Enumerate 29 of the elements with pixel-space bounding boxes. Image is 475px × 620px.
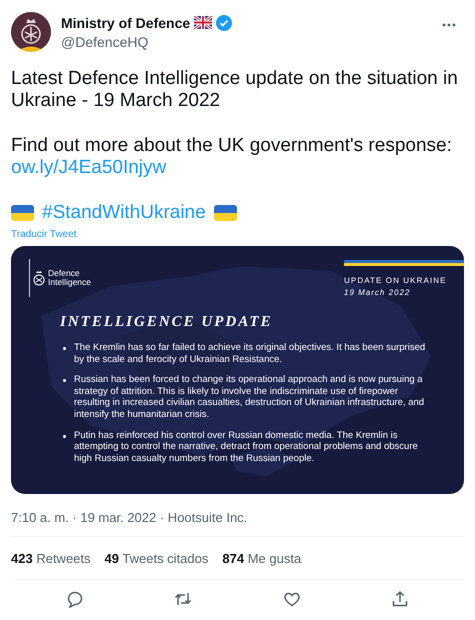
stat-link[interactable]: 49 Tweets citados [104,551,208,566]
brand-text: Defence Intelligence [48,269,92,287]
infographic-card[interactable] [11,246,464,494]
share-icon [390,590,409,608]
crest-icon [33,270,45,286]
reply-icon [66,590,84,608]
bullet-text: The Kremlin has so far failed to achieve its original objectives. It has been surprised by the scale and ferocity of Ukrainian Resistance. [74,342,426,366]
infographic-heading: INTELLIGENCE UPDATE [60,314,274,331]
avatar-icon[interactable] [11,12,51,52]
tweet-text: Find out more about the UK government's response: [11,135,453,157]
heart-icon [282,590,301,608]
bullet-icon [63,379,66,382]
update-date: 19 March 2022 [344,288,412,297]
flag-icon [214,205,237,221]
flag-icon [11,205,34,221]
bullet-text: Putin has reinforced his control over Russian domestic media. The Kremlin is attempting to control the narrative, detract from operational problems and obscure high Russian casualty numbers from the Russian people. [74,430,419,464]
bullet-text: Russian has been forced to change its operational approach and is now pursuing a strategy of attrition. This is likely to involve the indiscriminate use of firepower resulting in increased civilian casualties, destruction of Ukrainian infrastructure, and intensify the humanitarian crisis. [74,374,426,421]
author-name[interactable]: Ministry of Defence [61,14,190,30]
retweet-icon [174,590,192,608]
stat-link[interactable]: 874 Me gusta [222,551,302,566]
bullet-icon [63,347,66,350]
stat-link[interactable]: 423 Retweets [11,551,91,566]
flag-icon [194,16,212,29]
tweet-timestamp: 7:10 a. m. · 19 mar. 2022 · Hootsuite Inc. [11,510,248,525]
more-icon[interactable] [441,22,457,28]
update-label: UPDATE ON UKRAINE [344,276,448,285]
author-handle[interactable]: @DefenceHQ [61,34,232,50]
tweet-text: Latest Defence Intelligence update on the situation in Ukraine - 19 March 2022 [11,68,459,112]
bullet-icon [63,434,66,438]
